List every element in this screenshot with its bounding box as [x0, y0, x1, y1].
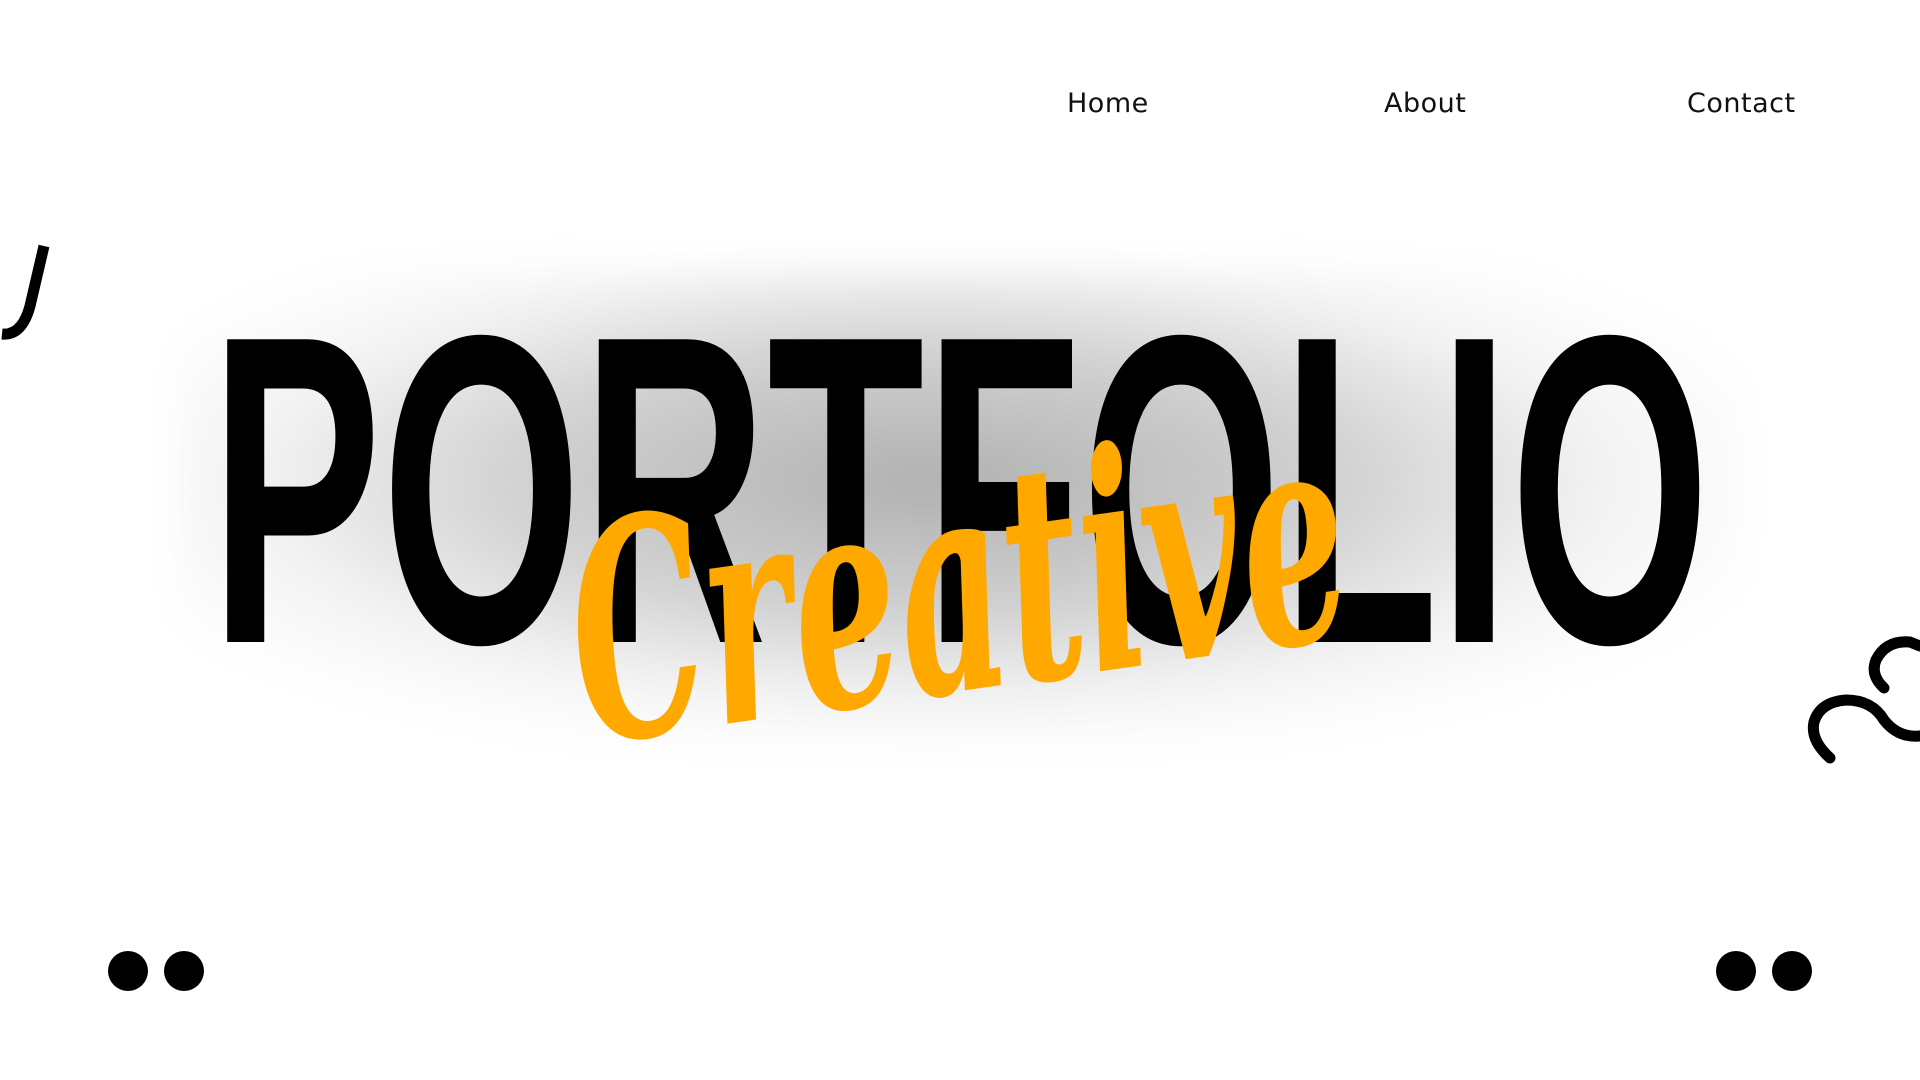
hero-graphic: PORTFOLIO Creative: [1, 244, 1920, 991]
right-dot-2: [1772, 951, 1812, 991]
left-squiggle-icon: [1, 244, 50, 340]
left-dot-1: [108, 951, 148, 991]
right-dot-1: [1716, 951, 1756, 991]
landing-page: Home About Contact PORTFOLIO Creative: [0, 0, 1920, 1080]
right-squiggle-icon: [1807, 636, 1920, 764]
left-dot-2: [164, 951, 204, 991]
